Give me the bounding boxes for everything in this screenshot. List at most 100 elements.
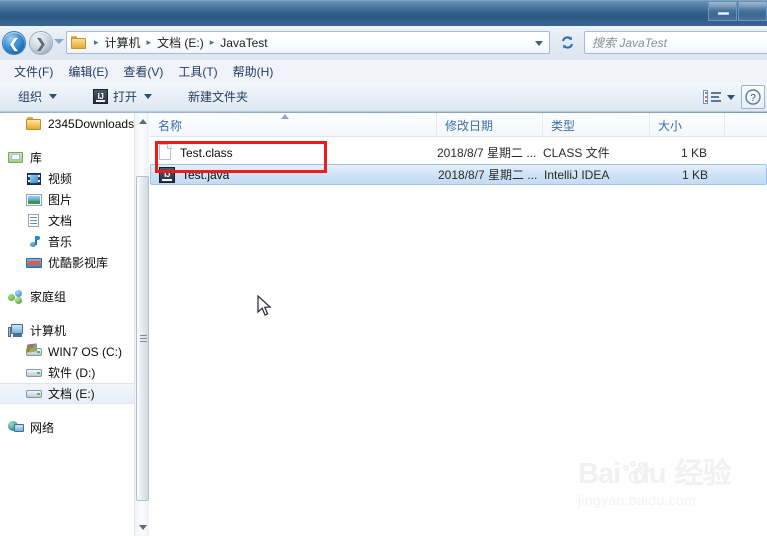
intellij-idea-icon [159, 166, 175, 183]
watermark-brand-right: 经验 [674, 458, 732, 490]
forward-button[interactable]: ❯ [30, 32, 52, 54]
computer-icon [8, 323, 24, 338]
folder-icon [71, 36, 86, 49]
sidebar-item-label: 计算机 [30, 324, 67, 338]
refresh-button[interactable] [556, 31, 578, 54]
menu-bar: 文件(F) 编辑(E) 查看(V) 工具(T) 帮助(H) [0, 60, 767, 82]
menu-tools[interactable]: 工具(T) [171, 61, 225, 82]
file-size-cell: 1 KB [681, 167, 708, 182]
column-header-row: 名称 修改日期 类型 大小 [150, 113, 767, 137]
menu-help[interactable]: 帮助(H) [226, 61, 282, 82]
sidebar-item-label: 网络 [30, 421, 55, 435]
library-icon [8, 150, 24, 165]
scroll-thumb[interactable] [136, 176, 149, 501]
folder-icon [26, 116, 42, 131]
file-name-label: Test.class [180, 145, 233, 160]
column-label: 类型 [551, 118, 576, 133]
sidebar-group-homegroup[interactable]: 家庭组 [0, 286, 134, 307]
scroll-down-arrow[interactable] [135, 519, 150, 536]
file-date-cell: 2018/8/7 星期二 ... [438, 168, 538, 182]
sidebar-item-label: 图片 [48, 193, 73, 207]
sidebar-item-pictures[interactable]: 图片 [0, 189, 134, 210]
sidebar-item-label: 音乐 [48, 235, 73, 249]
sidebar-item-music[interactable]: 音乐 [0, 231, 134, 252]
change-view-button[interactable] [699, 85, 739, 109]
scroll-up-arrow[interactable] [135, 113, 150, 130]
breadcrumb-item-drive-e[interactable]: 文档 (E:) [156, 34, 205, 51]
breadcrumb-address-bar[interactable]: ▸ 计算机 ▸ 文档 (E:) ▸ JavaTest [66, 31, 550, 54]
minimize-button[interactable] [708, 2, 737, 21]
music-icon [26, 234, 42, 249]
navigation-pane[interactable]: 2345Downloads 库 视频 图片 文档 音乐 优酷影视库 家庭组 计算… [0, 113, 134, 536]
back-button[interactable]: ❮ [3, 32, 25, 54]
column-header-size[interactable]: 大小 [650, 113, 725, 137]
menu-file[interactable]: 文件(F) [7, 61, 61, 82]
address-bar-row: ❮ ❯ ▸ 计算机 ▸ 文档 (E:) ▸ JavaTest 搜索 JavaTe… [0, 26, 767, 60]
open-button[interactable]: 打开 [83, 85, 162, 109]
sidebar-item-label: 文档 [48, 214, 73, 228]
file-date-cell: 2018/8/7 星期二 ... [437, 146, 537, 160]
organize-button[interactable]: 组织 [8, 85, 67, 109]
sidebar-group-libraries[interactable]: 库 [0, 147, 134, 168]
breadcrumb-separator: ▸ [146, 37, 152, 47]
file-name-cell[interactable]: Test.class [158, 144, 233, 161]
document-icon [26, 213, 42, 228]
navigation-pane-scrollbar[interactable] [134, 113, 149, 536]
menu-edit[interactable]: 编辑(E) [61, 61, 116, 82]
watermark-url: jingyan.baidu.com [578, 492, 696, 508]
arrow-pointer-icon [257, 294, 272, 316]
drive-icon [26, 365, 42, 380]
new-folder-button[interactable]: 新建文件夹 [178, 85, 258, 109]
table-row[interactable]: Test.java 2018/8/7 星期二 ... IntelliJ IDEA… [150, 164, 767, 185]
sidebar-item-label: 2345Downloads [48, 116, 134, 131]
column-header-name[interactable]: 名称 [150, 113, 437, 137]
search-input[interactable]: 搜索 JavaTest [584, 31, 767, 54]
sidebar-item-label: 家庭组 [30, 290, 67, 304]
refresh-icon [561, 36, 573, 49]
sidebar-item-drive-d[interactable]: 软件 (D:) [0, 362, 134, 383]
sidebar-group-computer[interactable]: 计算机 [0, 320, 134, 341]
window-controls [708, 2, 767, 21]
recent-pages-dropdown-icon[interactable] [54, 39, 64, 44]
os-drive-icon [26, 343, 42, 359]
menu-view[interactable]: 查看(V) [116, 61, 171, 82]
open-label: 打开 [113, 90, 138, 104]
homegroup-icon [8, 289, 24, 304]
back-arrow-icon: ❮ [8, 35, 20, 51]
sidebar-item-label: 视频 [48, 172, 73, 186]
file-name-label: Test.java [182, 167, 230, 182]
network-icon [8, 420, 24, 435]
column-header-type[interactable]: 类型 [543, 113, 650, 137]
watermark-brand-left: Bai [578, 458, 621, 490]
sidebar-item-drive-c[interactable]: WIN7 OS (C:) [0, 341, 134, 362]
minimize-icon [718, 12, 729, 15]
sidebar-group-network[interactable]: 网络 [0, 417, 134, 438]
sidebar-item-label: 软件 (D:) [48, 366, 96, 380]
search-placeholder: 搜索 JavaTest [592, 36, 667, 50]
file-name-cell[interactable]: Test.java [159, 166, 230, 183]
organize-label: 组织 [18, 90, 43, 104]
picture-icon [26, 192, 42, 207]
titlebar-sheen [0, 1, 767, 14]
sidebar-item-2345downloads[interactable]: 2345Downloads [0, 113, 134, 134]
sidebar-item-label: 库 [30, 151, 43, 165]
help-button[interactable]: ? [741, 85, 765, 109]
breadcrumb-item-computer[interactable]: 计算机 [104, 34, 142, 51]
file-size-cell: 1 KB [680, 145, 707, 160]
svg-text:?: ? [750, 93, 756, 104]
sidebar-item-videos[interactable]: 视频 [0, 168, 134, 189]
chevron-down-icon [49, 94, 58, 99]
sidebar-item-label: 优酷影视库 [48, 256, 109, 270]
window-titlebar [0, 0, 767, 26]
chevron-down-icon[interactable] [535, 41, 543, 46]
new-folder-label: 新建文件夹 [188, 90, 249, 104]
sidebar-item-drive-e[interactable]: 文档 (E:) [0, 383, 134, 404]
column-header-date-modified[interactable]: 修改日期 [437, 113, 543, 137]
sidebar-item-documents[interactable]: 文档 [0, 210, 134, 231]
blank-file-icon [158, 144, 173, 161]
table-row[interactable]: Test.class 2018/8/7 星期二 ... CLASS 文件 1 K… [150, 142, 767, 163]
sidebar-item-youku-library[interactable]: 优酷影视库 [0, 252, 134, 273]
breadcrumb-item-javatest[interactable]: JavaTest [219, 36, 268, 50]
maximize-button[interactable] [738, 2, 767, 21]
